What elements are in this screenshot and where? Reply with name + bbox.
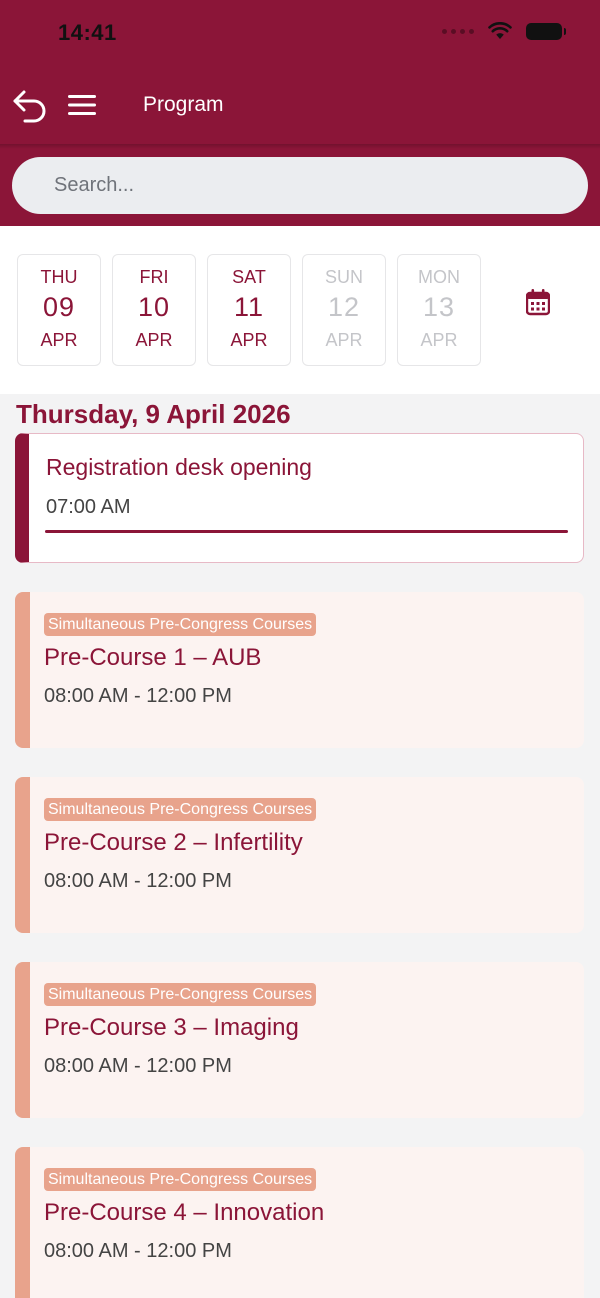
date-card-mon: MON 13 APR	[397, 254, 481, 366]
course-time: 08:00 AM - 12:00 PM	[44, 1055, 232, 1077]
header-divider	[0, 144, 600, 149]
event-progress-bar	[45, 530, 568, 533]
course-tag: Simultaneous Pre-Congress Courses	[44, 798, 317, 821]
date-month: APR	[230, 330, 268, 350]
date-card-sun: SUN 12 APR	[302, 254, 386, 366]
day-heading: Thursday, 9 April 2026	[16, 399, 291, 429]
event-title: Registration desk opening	[46, 454, 312, 480]
date-dow: THU	[40, 267, 78, 287]
calendar-icon[interactable]	[526, 288, 550, 316]
course-card-3[interactable]: Simultaneous Pre-Congress Courses Pre-Co…	[15, 962, 584, 1118]
date-selector: THU 09 APR FRI 10 APR SAT 11 APR SUN 12 …	[0, 226, 600, 394]
date-day: 09	[42, 292, 76, 322]
course-card-2[interactable]: Simultaneous Pre-Congress Courses Pre-Co…	[15, 777, 584, 933]
back-arrow-icon[interactable]	[12, 88, 50, 124]
date-month: APR	[135, 330, 173, 350]
search-placeholder: Search...	[54, 174, 135, 196]
date-month: APR	[40, 330, 78, 350]
status-icons	[442, 22, 566, 40]
course-tag: Simultaneous Pre-Congress Courses	[44, 1168, 317, 1191]
event-card-registration[interactable]: Registration desk opening 07:00 AM	[15, 433, 584, 563]
course-title: Pre-Course 4 – Innovation	[44, 1199, 325, 1226]
signal-icon	[442, 28, 474, 34]
date-month: APR	[325, 330, 363, 350]
wifi-icon	[488, 22, 512, 39]
date-day: 11	[233, 292, 265, 322]
search-input[interactable]: Search...	[12, 157, 588, 214]
date-card-sat[interactable]: SAT 11 APR	[207, 254, 291, 366]
course-title: Pre-Course 2 – Infertility	[44, 829, 303, 856]
course-title: Pre-Course 3 – Imaging	[44, 1014, 299, 1041]
course-tag: Simultaneous Pre-Congress Courses	[44, 613, 317, 636]
page-title: Program	[143, 93, 224, 116]
course-time: 08:00 AM - 12:00 PM	[44, 685, 232, 707]
date-month: APR	[420, 330, 458, 350]
date-dow: SAT	[232, 267, 266, 287]
date-dow: MON	[418, 267, 460, 287]
battery-icon	[526, 22, 566, 40]
app-header: 14:41 Program Search...	[0, 0, 600, 226]
status-time: 14:41	[58, 20, 117, 45]
event-time: 07:00 AM	[46, 496, 131, 518]
course-time: 08:00 AM - 12:00 PM	[44, 1240, 232, 1262]
date-dow: SUN	[324, 267, 363, 287]
course-time: 08:00 AM - 12:00 PM	[44, 870, 232, 892]
course-tag: Simultaneous Pre-Congress Courses	[44, 983, 317, 1006]
course-card-4[interactable]: Simultaneous Pre-Congress Courses Pre-Co…	[15, 1147, 584, 1298]
menu-icon[interactable]	[68, 94, 96, 116]
course-title: Pre-Course 1 – AUB	[44, 644, 262, 671]
date-card-thu[interactable]: THU 09 APR	[17, 254, 101, 366]
date-card-fri[interactable]: FRI 10 APR	[112, 254, 196, 366]
date-day: 13	[422, 292, 456, 322]
date-dow: FRI	[139, 267, 169, 287]
date-day: 10	[137, 292, 171, 322]
date-day: 12	[327, 292, 361, 322]
course-card-1[interactable]: Simultaneous Pre-Congress Courses Pre-Co…	[15, 592, 584, 748]
